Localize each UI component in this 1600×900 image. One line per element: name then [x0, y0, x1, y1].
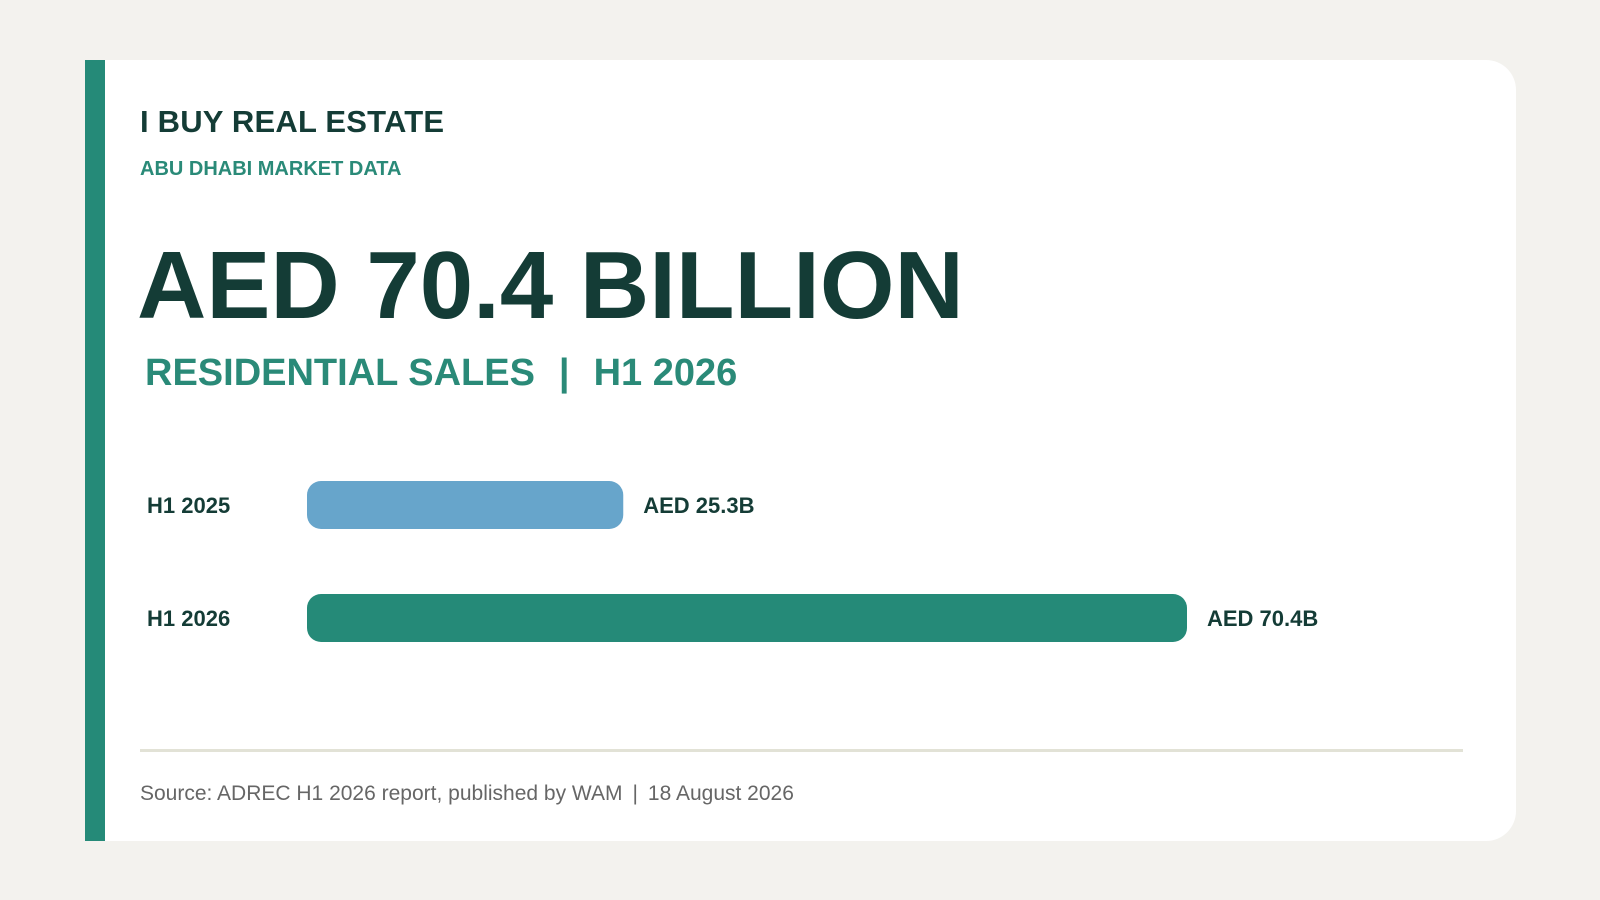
- infographic-card: I BUY REAL ESTATE ABU DHABI MARKET DATA …: [85, 60, 1516, 841]
- footer-divider: [140, 749, 1463, 752]
- source-text: Source: ADREC H1 2026 report, published …: [140, 782, 623, 805]
- source-line: Source: ADREC H1 2026 report, published …: [140, 782, 794, 806]
- category-label-h1-2025: H1 2025: [147, 493, 230, 518]
- source-separator: |: [632, 782, 638, 805]
- bar-h1-2025: [307, 481, 624, 529]
- bar-h1-2026: [307, 594, 1187, 642]
- value-label-h1-2025: AED 25.3B: [643, 493, 754, 518]
- category-label-h1-2026: H1 2026: [147, 606, 230, 631]
- value-label-h1-2026: AED 70.4B: [1207, 606, 1318, 631]
- source-date: 18 August 2026: [647, 782, 794, 805]
- sales-bar-chart: H1 2025 AED 25.3B H1 2026 AED 70.4B: [147, 481, 1318, 642]
